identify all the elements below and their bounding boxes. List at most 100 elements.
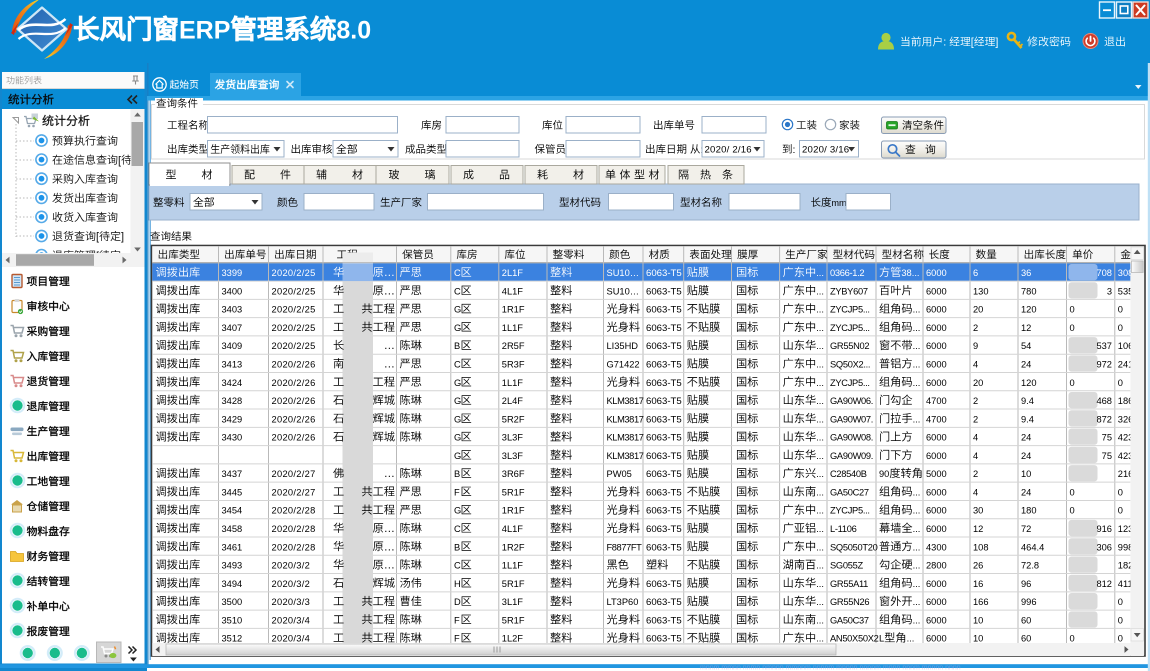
svg-text:...: ... [816,360,824,370]
svg-text:6063-T5: 6063-T5 [646,268,682,279]
svg-text:2020/2/25: 2020/2/25 [272,305,316,315]
svg-text:996: 996 [1021,597,1037,607]
svg-text:5R1F: 5R1F [502,487,525,497]
svg-text:...: ... [816,597,824,607]
svg-text:KLM3817: KLM3817 [607,414,644,424]
svg-text:]: ] [995,37,998,49]
svg-text:10: 10 [1021,469,1031,479]
svg-text:...: ... [913,524,921,534]
svg-text:2020/2/28: 2020/2/28 [272,542,316,552]
svg-text:12: 12 [973,524,983,534]
svg-text:2020/2/26: 2020/2/26 [272,360,316,370]
svg-text:GA90W07.: GA90W07. [830,414,873,424]
svg-text:6063-T5: 6063-T5 [646,378,682,389]
svg-text:2020/2/25: 2020/2/25 [272,341,316,351]
svg-text:2020/ 3/16: 2020/ 3/16 [802,145,849,156]
svg-text:2020/3/4: 2020/3/4 [272,615,311,625]
svg-text:1R1F: 1R1F [502,506,525,516]
svg-text:GR55A11: GR55A11 [830,579,868,589]
svg-text:SQ5050T20: SQ5050T20 [830,542,878,552]
svg-text:3461: 3461 [222,542,243,552]
svg-text:3L1F: 3L1F [502,597,524,607]
svg-text:1R1F: 1R1F [502,305,525,315]
svg-text:mnnm mmnn nnmn nmnnn mmnnm nnn: mnnm mmnn nnmn nmnnn mmnnm nnnnm mnnnn n… [700,665,961,671]
svg-text:...: ... [816,561,824,571]
svg-text:2: 2 [973,414,978,424]
svg-text:6000: 6000 [926,451,947,461]
svg-text:C: C [454,561,461,571]
svg-text:3429: 3429 [222,414,243,424]
svg-text:0: 0 [1070,323,1075,333]
svg-text:468: 468 [1096,396,1112,406]
svg-text:20: 20 [973,305,983,315]
svg-text:180: 180 [1021,506,1037,516]
svg-text:2: 2 [973,323,978,333]
svg-text:0: 0 [1070,634,1075,644]
svg-text:2L1F: 2L1F [502,268,524,278]
svg-text:2020/ 2/16: 2020/ 2/16 [705,145,752,156]
svg-text:[: [ [971,37,974,49]
svg-text:24: 24 [1021,487,1031,497]
svg-text:...: ... [913,341,921,351]
svg-text:6063-T5: 6063-T5 [646,524,682,535]
svg-text:F8877FT: F8877FT [607,542,643,552]
svg-text:ZYBY607: ZYBY607 [830,286,868,296]
svg-text:2800: 2800 [926,561,947,571]
svg-text:0: 0 [1070,378,1075,388]
svg-text:5R1F: 5R1F [502,579,525,589]
svg-text:75: 75 [1102,433,1112,443]
svg-text:3L3F: 3L3F [502,433,524,443]
svg-text:KLM3817: KLM3817 [607,396,644,406]
svg-text:C: C [454,286,461,296]
svg-text:780: 780 [1021,286,1037,296]
svg-text:3400: 3400 [222,286,243,296]
svg-text:872: 872 [1096,414,1112,424]
svg-text:6000: 6000 [926,286,947,296]
svg-text:…: … [384,468,395,480]
svg-text:130: 130 [973,286,989,296]
svg-text:4L1F: 4L1F [502,524,524,534]
svg-text:6063-T5: 6063-T5 [646,414,682,425]
svg-text:…: … [384,340,395,352]
svg-text:3458: 3458 [222,524,243,534]
svg-text:4300: 4300 [926,542,947,552]
svg-text:6000: 6000 [926,268,947,278]
svg-text:F: F [454,634,460,644]
svg-text:ZYCJP5...: ZYCJP5... [830,305,870,315]
svg-text:…: … [384,523,395,535]
svg-text:3500: 3500 [222,597,243,607]
svg-text:3413: 3413 [222,360,243,370]
svg-text:916: 916 [1096,524,1112,534]
svg-text:1L1F: 1L1F [502,323,524,333]
svg-text:24: 24 [1021,451,1031,461]
svg-text:GA50C27: GA50C27 [830,487,869,497]
svg-text:9.4: 9.4 [1021,414,1034,424]
svg-text:6000: 6000 [926,615,947,625]
svg-text:...: ... [913,378,921,388]
svg-text:3445: 3445 [222,487,243,497]
svg-text:2020/3/3: 2020/3/3 [272,597,311,607]
svg-text:LT3P60: LT3P60 [607,597,639,607]
svg-text:6063-T5: 6063-T5 [646,323,682,334]
svg-text:6063-T5: 6063-T5 [646,506,682,517]
svg-text:1L1F: 1L1F [502,378,524,388]
svg-text:72.8: 72.8 [1021,561,1039,571]
svg-text:8.0: 8.0 [336,17,371,45]
svg-text:6063-T5: 6063-T5 [646,341,682,352]
svg-text:4L1F: 4L1F [502,286,524,296]
svg-text:3409: 3409 [222,341,243,351]
svg-text:…: … [384,267,395,279]
svg-text:...: ... [816,615,824,625]
svg-text:...: ... [816,451,824,461]
svg-text:2020/2/25: 2020/2/25 [272,268,316,278]
svg-text:ERP: ERP [179,17,230,45]
svg-text:24: 24 [1021,360,1031,370]
svg-text:6063-T5: 6063-T5 [646,396,682,407]
svg-text:6000: 6000 [926,634,947,644]
svg-text:26: 26 [973,561,983,571]
svg-text:3428: 3428 [222,396,243,406]
svg-text:...: ... [816,469,824,479]
svg-text:30: 30 [973,506,983,516]
svg-text:9: 9 [973,341,978,351]
svg-text:3430: 3430 [222,433,243,443]
